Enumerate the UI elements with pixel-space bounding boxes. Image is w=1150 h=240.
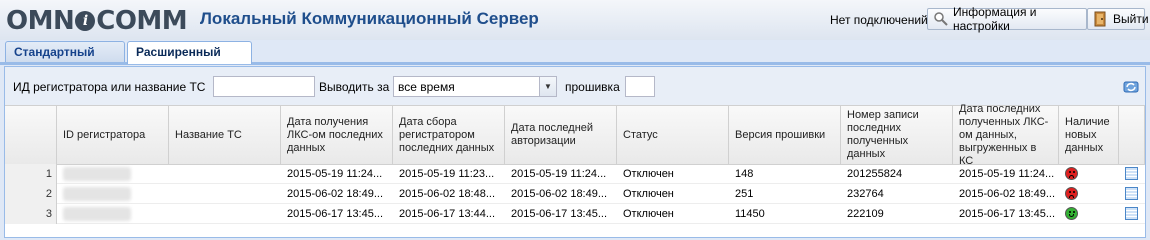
search-input[interactable] — [213, 76, 315, 97]
column-rownum — [5, 106, 57, 164]
column-received-date[interactable]: Дата получения ЛКС-ом последних данных — [281, 106, 393, 164]
happy-face-icon — [1065, 207, 1078, 220]
connection-status: Нет подключений — [830, 13, 928, 27]
logout-label: Выйти — [1113, 12, 1149, 26]
column-firmware[interactable]: Версия прошивки — [729, 106, 841, 164]
auth-date-cell: 2015-06-02 18:49... — [511, 188, 608, 200]
firmware-cell: 251 — [735, 188, 754, 200]
registrar-id-redacted — [63, 187, 131, 201]
tab-standard-view[interactable]: Стандартный вид — [5, 41, 125, 80]
received-date-cell: 2015-06-17 13:45... — [287, 208, 384, 220]
status-cell: Отключен — [623, 168, 674, 180]
registrar-id-cell — [57, 184, 169, 204]
tab-extended-view[interactable]: Расширенный вид — [127, 41, 252, 80]
record-number-cell: 201255824 — [847, 168, 903, 180]
column-actions — [1119, 106, 1145, 164]
received-date-cell: 2015-05-19 11:24... — [287, 168, 383, 180]
details-grid-icon[interactable] — [1125, 187, 1138, 200]
vehicle-name-cell — [169, 184, 281, 204]
uploaded-date-cell: 2015-05-19 11:24... — [959, 168, 1055, 180]
logout-button[interactable]: Выйти — [1087, 8, 1149, 30]
details-cell — [1119, 164, 1145, 184]
auth-date-cell: 2015-05-19 11:24... — [511, 168, 607, 180]
status-cell: Отключен — [623, 188, 674, 200]
info-settings-icon — [933, 11, 949, 27]
filter-bar: ИД регистратора или название ТС Выводить… — [5, 67, 1145, 105]
registrar-id-redacted — [63, 207, 131, 221]
exit-door-icon — [1093, 11, 1109, 27]
column-new-data[interactable]: Наличие новых данных — [1059, 106, 1119, 164]
table-row[interactable]: 1 2015-05-19 11:24... 2015-05-19 11:23..… — [5, 164, 1145, 184]
vehicle-name-cell — [169, 204, 281, 224]
firmware-cell: 148 — [735, 168, 754, 180]
period-label: Выводить за — [319, 80, 390, 94]
logo-text-right: COMM — [96, 6, 188, 36]
column-uploaded-date[interactable]: Дата последних полученных ЛКС-ом данных,… — [953, 103, 1059, 167]
uploaded-date-cell: 2015-06-17 13:45... — [959, 208, 1056, 220]
collected-date-cell: 2015-05-19 11:23... — [399, 168, 495, 180]
search-label: ИД регистратора или название ТС — [13, 80, 206, 94]
details-grid-icon[interactable] — [1125, 207, 1138, 220]
refresh-icon[interactable] — [1123, 79, 1139, 95]
details-cell — [1119, 184, 1145, 204]
status-cell: Отключен — [623, 208, 674, 220]
row-number: 1 — [5, 164, 57, 184]
app-title: Локальный Коммуникационный Сервер — [200, 9, 539, 28]
sad-face-icon — [1065, 187, 1078, 200]
header: OMN i COMM Локальный Коммуникационный Серв… — [0, 0, 1150, 40]
info-settings-button[interactable]: Информация и настройки — [927, 5, 1087, 33]
row-number: 3 — [5, 204, 57, 224]
sad-face-icon — [1065, 167, 1078, 180]
received-date-cell: 2015-06-02 18:49... — [287, 188, 384, 200]
firmware-input[interactable] — [625, 76, 655, 97]
column-auth-date[interactable]: Дата последней авторизации — [505, 106, 617, 164]
record-number-cell: 222109 — [847, 208, 884, 220]
tab-strip: Стандартный вид Расширенный вид — [0, 40, 1150, 80]
period-select[interactable]: все время ▼ — [393, 76, 557, 97]
period-select-value: все время — [398, 80, 455, 94]
table-row[interactable]: 2 2015-06-02 18:49... 2015-06-02 18:48..… — [5, 184, 1145, 204]
firmware-label: прошивка — [565, 80, 620, 94]
uploaded-date-cell: 2015-06-02 18:49... — [959, 188, 1056, 200]
column-registrar-id[interactable]: ID регистратора — [57, 106, 169, 164]
registrar-id-cell — [57, 164, 169, 184]
grid-header: ID регистратора Название ТС Дата получен… — [5, 103, 1145, 167]
column-record-number[interactable]: Номер записи последних полученных данных — [841, 106, 953, 164]
omnicomm-logo: OMN i COMM — [6, 6, 188, 36]
collected-date-cell: 2015-06-17 13:44... — [399, 208, 496, 220]
column-status[interactable]: Статус — [617, 106, 729, 164]
logo-text-left: OMN — [6, 6, 75, 36]
new-data-cell — [1059, 164, 1119, 184]
chevron-down-icon[interactable]: ▼ — [539, 77, 556, 96]
record-number-cell: 232764 — [847, 188, 884, 200]
collected-date-cell: 2015-06-02 18:48... — [399, 188, 496, 200]
details-grid-icon[interactable] — [1125, 167, 1138, 180]
logo-icon: i — [75, 11, 96, 31]
new-data-cell — [1059, 184, 1119, 204]
auth-date-cell: 2015-06-17 13:45... — [511, 208, 608, 220]
new-data-cell — [1059, 204, 1119, 224]
main-panel: ИД регистратора или название ТС Выводить… — [4, 66, 1146, 238]
registrar-id-cell — [57, 204, 169, 224]
column-collected-date[interactable]: Дата сбора регистратором последних данны… — [393, 106, 505, 164]
column-vehicle-name[interactable]: Название ТС — [169, 106, 281, 164]
registrar-id-redacted — [63, 167, 131, 181]
vehicle-name-cell — [169, 164, 281, 184]
table-row[interactable]: 3 2015-06-17 13:45... 2015-06-17 13:44..… — [5, 204, 1145, 224]
details-cell — [1119, 204, 1145, 224]
info-settings-label: Информация и настройки — [953, 5, 1037, 33]
firmware-cell: 11450 — [735, 208, 765, 220]
row-number: 2 — [5, 184, 57, 204]
